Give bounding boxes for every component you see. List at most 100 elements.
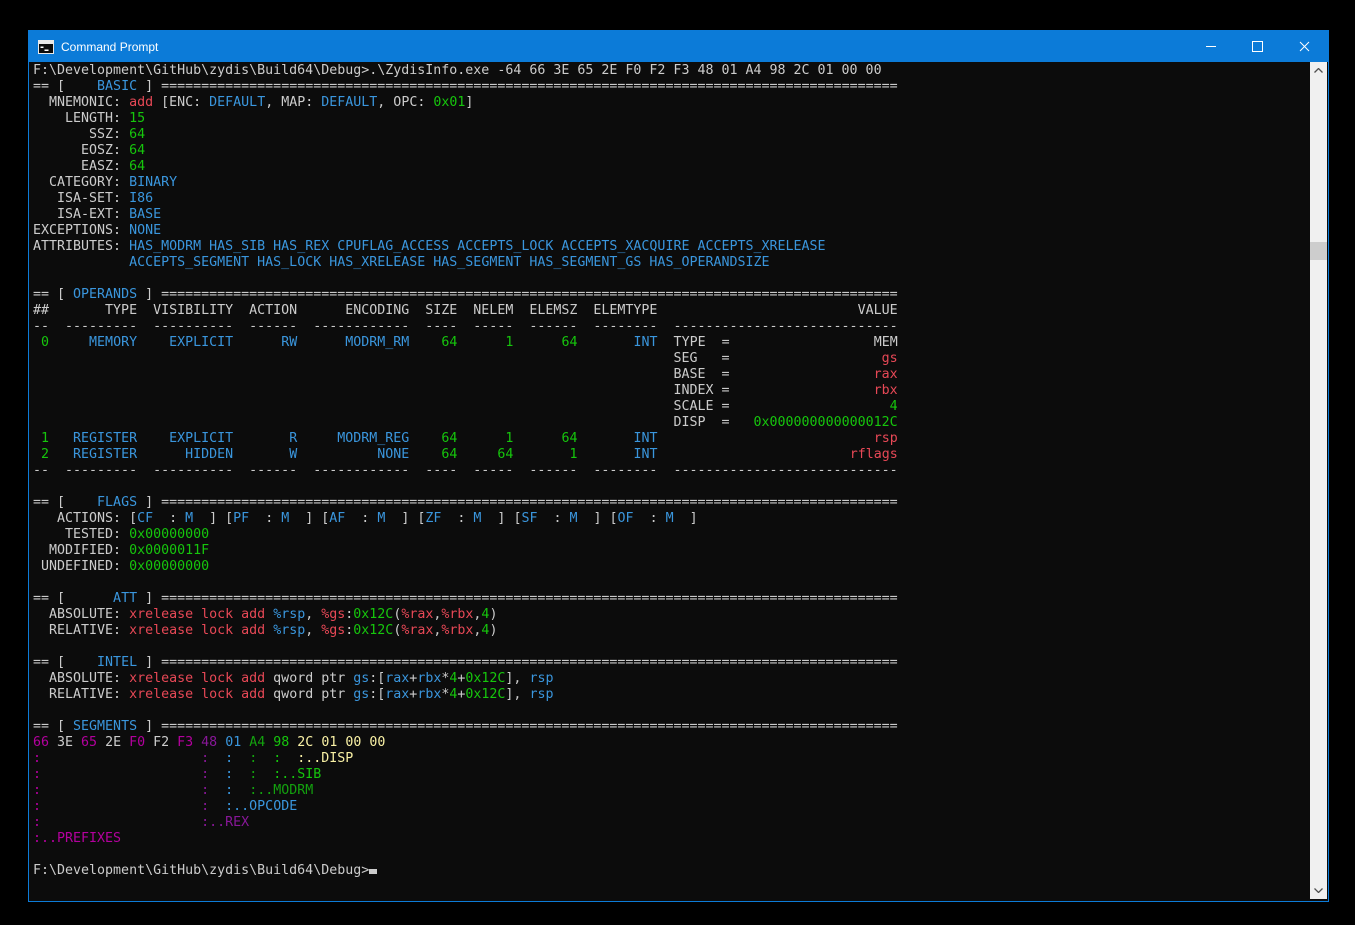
terminal-line: == [ BASIC ] ===========================… (33, 79, 1311, 95)
terminal-text-segment: : (201, 751, 209, 766)
terminal-text-segment (409, 447, 425, 462)
terminal-line: BASE = rax (33, 367, 1311, 383)
terminal-screen[interactable]: F:\Development\GitHub\zydis\Build64\Debu… (29, 62, 1311, 899)
terminal-text-segment: 2C 01 00 00 (297, 735, 385, 750)
terminal-text-segment: -- --------- ---------- ------ ---------… (33, 463, 673, 478)
scroll-up-button[interactable] (1310, 62, 1327, 79)
terminal-line (33, 847, 1311, 863)
terminal-text-segment: CATEGORY: (33, 175, 129, 190)
terminal-text-segment (409, 431, 425, 446)
terminal-text-segment: TYPE = (658, 335, 730, 350)
terminal-text-segment: ACTIONS: [ (33, 511, 137, 526)
terminal-text-segment: ========================================… (161, 655, 898, 670)
terminal-text-segment (233, 447, 249, 462)
scrollbar-thumb[interactable] (1310, 242, 1327, 260)
terminal-text-segment (209, 783, 225, 798)
terminal-text-segment: %rbx (441, 623, 473, 638)
terminal-text-segment: :[ (369, 687, 385, 702)
terminal-text-segment: NONE (129, 223, 161, 238)
terminal-text-segment: 0x00000000 (129, 559, 209, 574)
terminal-line: INDEX = rbx (33, 383, 1311, 399)
terminal-text-segment: ZF (425, 511, 441, 526)
terminal-text-segment: ] [ (289, 511, 329, 526)
terminal-text-segment: : (345, 511, 377, 526)
terminal-text-segment (257, 767, 273, 782)
terminal-line: EOSZ: 64 (33, 143, 1311, 159)
terminal-line: RELATIVE: xrelease lock add %rsp, %gs:0x… (33, 623, 1311, 639)
close-button[interactable] (1281, 31, 1328, 62)
terminal-text-segment: UNDEFINED: (33, 559, 129, 574)
terminal-line: 0 MEMORY EXPLICIT RW MODRM_RM 64 1 64 IN… (33, 335, 1311, 351)
terminal-text-segment: SEGMENTS (73, 719, 137, 734)
terminal-text-segment: DISP = (673, 415, 729, 430)
terminal-text-segment: 0x12C (465, 687, 505, 702)
terminal-line: : : :..OPCODE (33, 799, 1311, 815)
terminal-text-segment: : (249, 767, 257, 782)
terminal-text-segment: , (305, 607, 321, 622)
maximize-icon (1252, 41, 1263, 52)
text-cursor (369, 869, 377, 874)
terminal-text-segment: : (33, 815, 41, 830)
terminal-line: == [ FLAGS ] ===========================… (33, 495, 1311, 511)
terminal-text-segment: DEFAULT (209, 95, 265, 110)
terminal-text-segment: add (129, 95, 153, 110)
terminal-line: ABSOLUTE: xrelease lock add %rsp, %gs:0x… (33, 607, 1311, 623)
terminal-text-segment: 64 (529, 431, 577, 446)
terminal-text-segment: ========================================… (161, 591, 898, 606)
terminal-text-segment: xrelease lock add (129, 687, 265, 702)
terminal-text-segment: ] [ (481, 511, 521, 526)
terminal-line: MNEMONIC: add [ENC: DEFAULT, MAP: DEFAUL… (33, 95, 1311, 111)
scroll-down-button[interactable] (1310, 882, 1327, 899)
terminal-line: : : : : :..SIB (33, 767, 1311, 783)
terminal-text-segment: %gs (321, 623, 345, 638)
minimize-button[interactable] (1187, 31, 1234, 62)
terminal-line: LENGTH: 15 (33, 111, 1311, 127)
terminal-text-segment: F:\Development\GitHub\zydis\Build64\Debu… (33, 63, 882, 78)
terminal-text-segment: : (249, 511, 281, 526)
terminal-text-segment: ## TYPE VISIBILITY ACTION ENCODING SIZE … (33, 303, 657, 318)
title-bar[interactable]: Command Prompt (29, 31, 1328, 62)
terminal-text-segment: rsp (529, 671, 553, 686)
terminal-text-segment: R (249, 431, 297, 446)
terminal-text-segment: SCALE = (673, 399, 729, 414)
maximize-button[interactable] (1234, 31, 1281, 62)
terminal-text-segment: OPERANDS (73, 287, 137, 302)
terminal-text-segment (457, 447, 473, 462)
terminal-line: UNDEFINED: 0x00000000 (33, 559, 1311, 575)
terminal-text-segment (729, 415, 753, 430)
terminal-text-segment (41, 767, 201, 782)
terminal-text-segment: 66 (33, 735, 49, 750)
terminal-line: 66 3E 65 2E F0 F2 F3 48 01 A4 98 2C 01 0… (33, 735, 1311, 751)
terminal-text-segment (233, 431, 249, 446)
terminal-text-segment: 01 (225, 735, 241, 750)
terminal-text-segment: NONE (313, 447, 409, 462)
terminal-text-segment: 64 (425, 447, 457, 462)
terminal-text-segment (217, 735, 225, 750)
terminal-text-segment: rsp (874, 431, 898, 446)
terminal-text-segment: gs (353, 671, 369, 686)
terminal-line: RELATIVE: xrelease lock add qword ptr gs… (33, 687, 1311, 703)
terminal-text-segment: xrelease lock add (129, 671, 265, 686)
terminal-text-segment (257, 751, 273, 766)
terminal-text-segment (729, 351, 881, 366)
terminal-text-segment: VALUE (858, 303, 898, 318)
terminal-line: 1 REGISTER EXPLICIT R MODRM_REG 64 1 64 … (33, 431, 1311, 447)
terminal-line: == [ INTEL ] ===========================… (33, 655, 1311, 671)
terminal-text-segment (577, 431, 593, 446)
vertical-scrollbar[interactable] (1310, 62, 1327, 899)
terminal-line: -- --------- ---------- ------ ---------… (33, 319, 1311, 335)
terminal-text-segment: :..OPCODE (225, 799, 297, 814)
terminal-text-segment: : (33, 751, 41, 766)
terminal-text-segment: I86 (129, 191, 153, 206)
terminal-text-segment: : (153, 511, 185, 526)
terminal-text-segment: LENGTH: (33, 111, 129, 126)
terminal-text-segment: gs (353, 687, 369, 702)
terminal-text-segment (137, 431, 153, 446)
terminal-text-segment: OF (618, 511, 634, 526)
terminal-text-segment: MEM (874, 335, 898, 350)
terminal-text-segment: 64 (129, 127, 145, 142)
terminal-line: == [ SEGMENTS ] ========================… (33, 719, 1311, 735)
terminal-text-segment: REGISTER (65, 431, 137, 446)
terminal-text-segment: rax (385, 687, 409, 702)
terminal-text-segment: INT (594, 335, 658, 350)
